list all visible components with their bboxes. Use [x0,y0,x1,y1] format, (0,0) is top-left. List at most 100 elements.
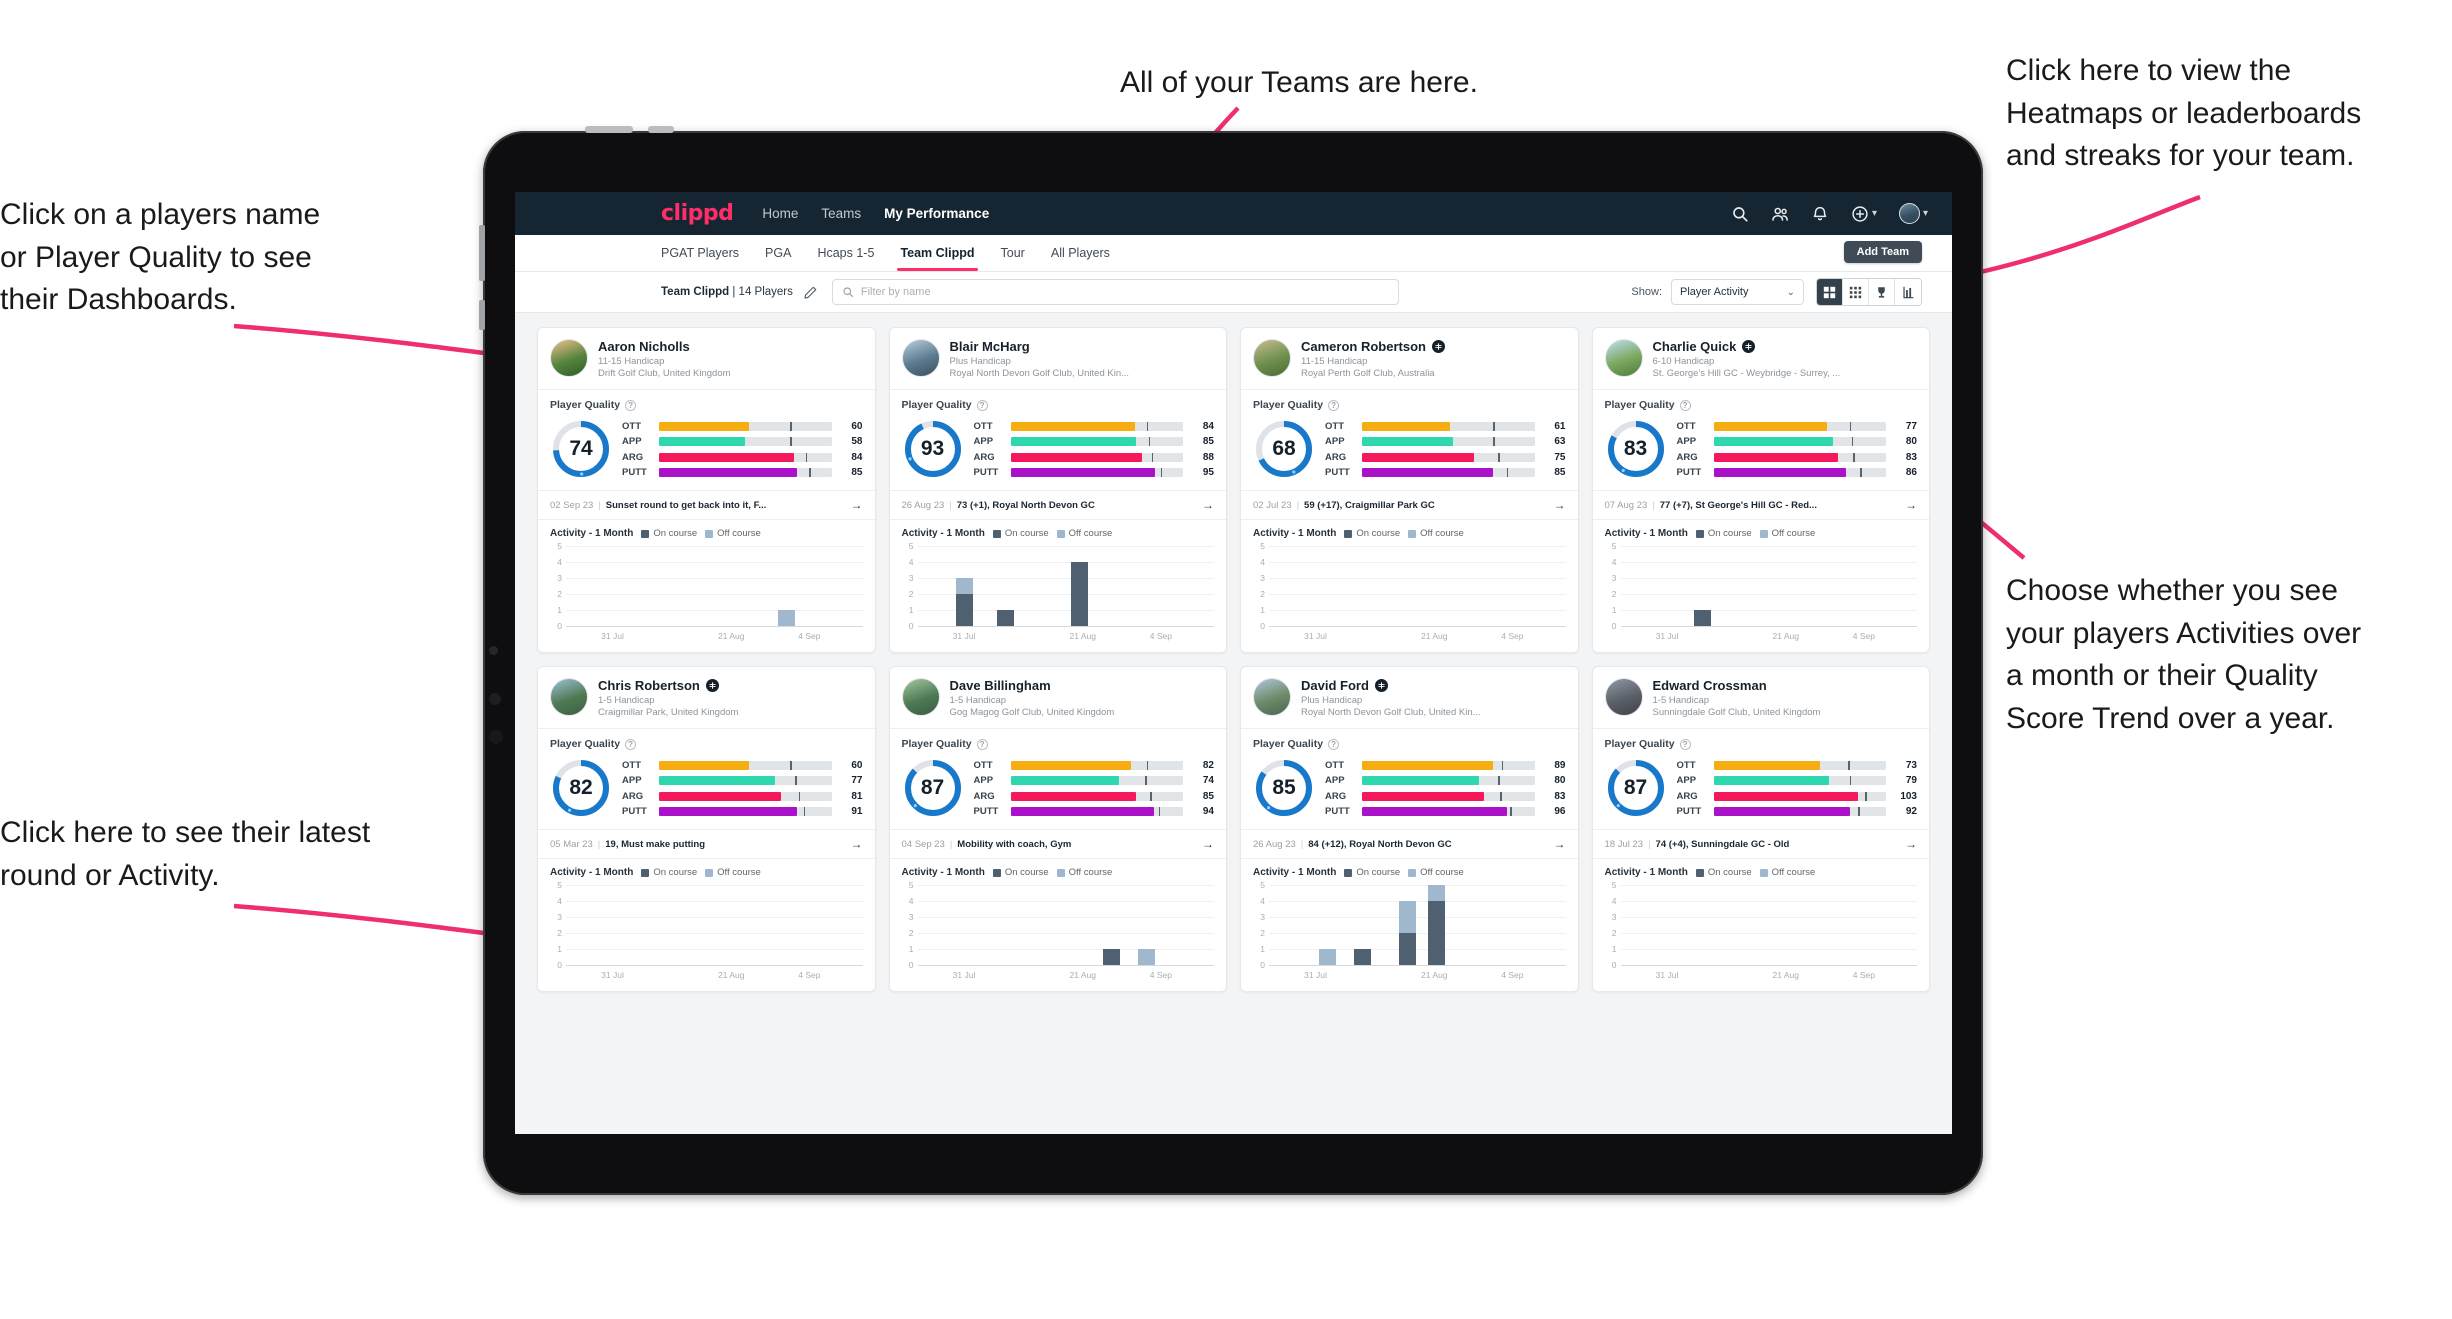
latest-round-row[interactable]: 26 Aug 23 | 73 (+1), Royal North Devon GC → [889,490,1226,519]
player-card-header[interactable]: Chris Robertson 1-5 Handicap Craigmillar P… [538,667,875,728]
player-card[interactable]: Dave Billingham 1-5 Handicap Gog Magog Gol… [888,666,1227,992]
avatar[interactable] [1604,678,1643,716]
search-input[interactable]: Filter by name [831,279,1399,305]
player-quality-donut[interactable]: 87 [902,757,964,819]
add-team-button[interactable]: Add Team [1843,241,1922,263]
arrow-right-icon[interactable]: → [1194,498,1214,512]
help-icon[interactable]: ? [1328,399,1340,411]
player-quality-section[interactable]: Player Quality? 68 OTT 61 APP 63 ARG 75 PUTT 85 [1241,389,1578,490]
latest-round-row[interactable]: 18 Jul 23 | 74 (+4), Sunningdale GC - Old → [1592,829,1929,858]
show-select[interactable]: Player Activity ⌄ [1671,279,1804,305]
heatmap-view-button[interactable] [1895,279,1921,305]
player-card[interactable]: David Ford Plus Handicap Royal North Devon… [1240,666,1579,992]
player-card-header[interactable]: Charlie Quick 6-10 Handicap St. George's H… [1593,328,1930,389]
tab-pga[interactable]: PGA [765,235,791,271]
player-card[interactable]: Edward Crossman 1-5 Handicap Sunningdale G… [1591,666,1930,992]
tab-tour[interactable]: Tour [1001,235,1025,271]
player-name[interactable]: Aaron Nicholls [598,339,731,354]
player-card[interactable]: Blair McHarg Plus Handicap Royal North Dev… [888,327,1227,653]
player-name[interactable]: Charlie Quick [1653,339,1841,354]
avatar[interactable] [550,339,588,377]
latest-round-row[interactable]: 04 Sep 23 | Mobility with coach, Gym → [889,829,1226,858]
player-name[interactable]: David Ford [1301,678,1481,693]
avatar[interactable] [550,678,588,716]
arrow-right-icon[interactable]: → [1194,837,1214,851]
player-quality-section[interactable]: Player Quality? 87 OTT 73 APP 79 ARG 103 PUTT 92 [1592,728,1929,829]
player-card-header[interactable]: Dave Billingham 1-5 Handicap Gog Magog Gol… [890,667,1227,728]
player-name[interactable]: Edward Crossman [1653,678,1821,693]
avatar[interactable] [1253,678,1291,716]
account-menu[interactable]: ▾ [1898,203,1928,224]
arrow-right-icon[interactable]: → [1546,498,1566,512]
help-icon[interactable]: ? [625,738,637,750]
player-quality-donut[interactable]: 87 [1605,757,1667,819]
player-name[interactable]: Cameron Robertson [1301,339,1445,354]
tab-pgat-players[interactable]: PGAT Players [661,235,739,271]
arrow-right-icon[interactable]: → [1897,837,1917,851]
legend-swatch [1408,529,1417,538]
pencil-icon[interactable] [803,285,818,300]
player-name[interactable]: Blair McHarg [950,339,1130,354]
player-card-header[interactable]: Blair McHarg Plus Handicap Royal North Dev… [890,328,1227,389]
bell-icon[interactable] [1811,205,1829,223]
latest-round-row[interactable]: 07 Aug 23 | 77 (+7), St George's Hill GC -… [1592,490,1929,519]
player-card[interactable]: Aaron Nicholls 11-15 Handicap Drift Golf C… [537,327,876,653]
player-quality-donut[interactable]: 68 [1253,418,1315,480]
player-quality-donut[interactable]: 85 [1253,757,1315,819]
player-card[interactable]: Charlie Quick 6-10 Handicap St. George's H… [1591,327,1930,653]
player-card-header[interactable]: Cameron Robertson 11-15 Handicap Royal Per… [1241,328,1578,389]
player-quality-section[interactable]: Player Quality? 83 OTT 77 APP 80 ARG 83 PUTT 86 [1592,389,1929,490]
latest-round-row[interactable]: 02 Sep 23 | Sunset round to get back into … [538,490,875,519]
arrow-right-icon[interactable]: → [843,498,863,512]
arrow-right-icon[interactable]: → [1897,498,1917,512]
player-name[interactable]: Chris Robertson [598,678,738,693]
people-icon[interactable] [1771,205,1789,223]
nav-link-home[interactable]: Home [762,206,798,221]
player-card[interactable]: Chris Robertson 1-5 Handicap Craigmillar P… [537,666,876,992]
latest-round-row[interactable]: 02 Jul 23 | 59 (+17), Craigmillar Park GC → [1241,490,1578,519]
grid-small-view-button[interactable] [1843,279,1869,305]
player-quality-section[interactable]: Player Quality? 82 OTT 60 APP 77 ARG 81 PUTT 91 [538,728,875,829]
help-icon[interactable]: ? [1328,738,1340,750]
help-icon[interactable]: ? [1679,399,1691,411]
search-icon[interactable] [1731,205,1749,223]
player-quality-section[interactable]: Player Quality? 85 OTT 89 APP 80 ARG 83 PUTT 96 [1241,728,1578,829]
avatar[interactable] [1604,339,1643,377]
player-quality-donut[interactable]: 93 [902,418,964,480]
tab-team-clippd[interactable]: Team Clippd [897,235,978,271]
plus-circle-icon[interactable] [1851,205,1869,223]
player-quality-donut[interactable]: 82 [550,757,612,819]
player-quality-donut[interactable]: 83 [1605,418,1667,480]
tab-hcaps-1-5[interactable]: Hcaps 1-5 [817,235,874,271]
player-card-header[interactable]: David Ford Plus Handicap Royal North Devon… [1241,667,1578,728]
player-quality-section[interactable]: Player Quality? 74 OTT 60 APP 58 ARG 84 PUTT 85 [538,389,875,490]
metric-label: APP [1325,775,1345,787]
player-name[interactable]: Dave Billingham [950,678,1115,693]
help-icon[interactable]: ? [976,399,988,411]
player-card-header[interactable]: Aaron Nicholls 11-15 Handicap Drift Golf C… [538,328,875,389]
arrow-right-icon[interactable]: → [1546,837,1566,851]
latest-round-row[interactable]: 26 Aug 23 | 84 (+12), Royal North Devon GC… [1241,829,1578,858]
player-quality-donut[interactable]: 74 [550,418,612,480]
avatar[interactable] [1898,203,1920,224]
avatar[interactable] [901,678,940,716]
nav-link-teams[interactable]: Teams [821,206,861,221]
player-card-header[interactable]: Edward Crossman 1-5 Handicap Sunningdale G… [1593,667,1930,728]
help-icon[interactable]: ? [1679,738,1691,750]
player-quality-section[interactable]: Player Quality? 93 OTT 84 APP 85 ARG 88 PUTT 95 [889,389,1226,490]
chart-x-tick: 4 Sep [1501,970,1524,980]
player-card[interactable]: Cameron Robertson 11-15 Handicap Royal Per… [1240,327,1579,653]
help-icon[interactable]: ? [976,738,988,750]
clippd-logo[interactable]: clippd [661,201,734,226]
latest-round-row[interactable]: 05 Mar 23 | 19, Must make putting → [538,829,875,858]
create-menu[interactable]: ▾ [1851,205,1877,223]
help-icon[interactable]: ? [625,399,637,411]
avatar[interactable] [1253,339,1291,377]
arrow-right-icon[interactable]: → [843,837,863,851]
tab-all-players[interactable]: All Players [1051,235,1110,271]
avatar[interactable] [901,339,940,377]
player-quality-section[interactable]: Player Quality? 87 OTT 82 APP 74 ARG 85 PUTT 94 [889,728,1226,829]
nav-link-my-performance[interactable]: My Performance [884,206,989,221]
trophy-view-button[interactable] [1869,279,1895,305]
grid-large-view-button[interactable] [1817,279,1843,305]
